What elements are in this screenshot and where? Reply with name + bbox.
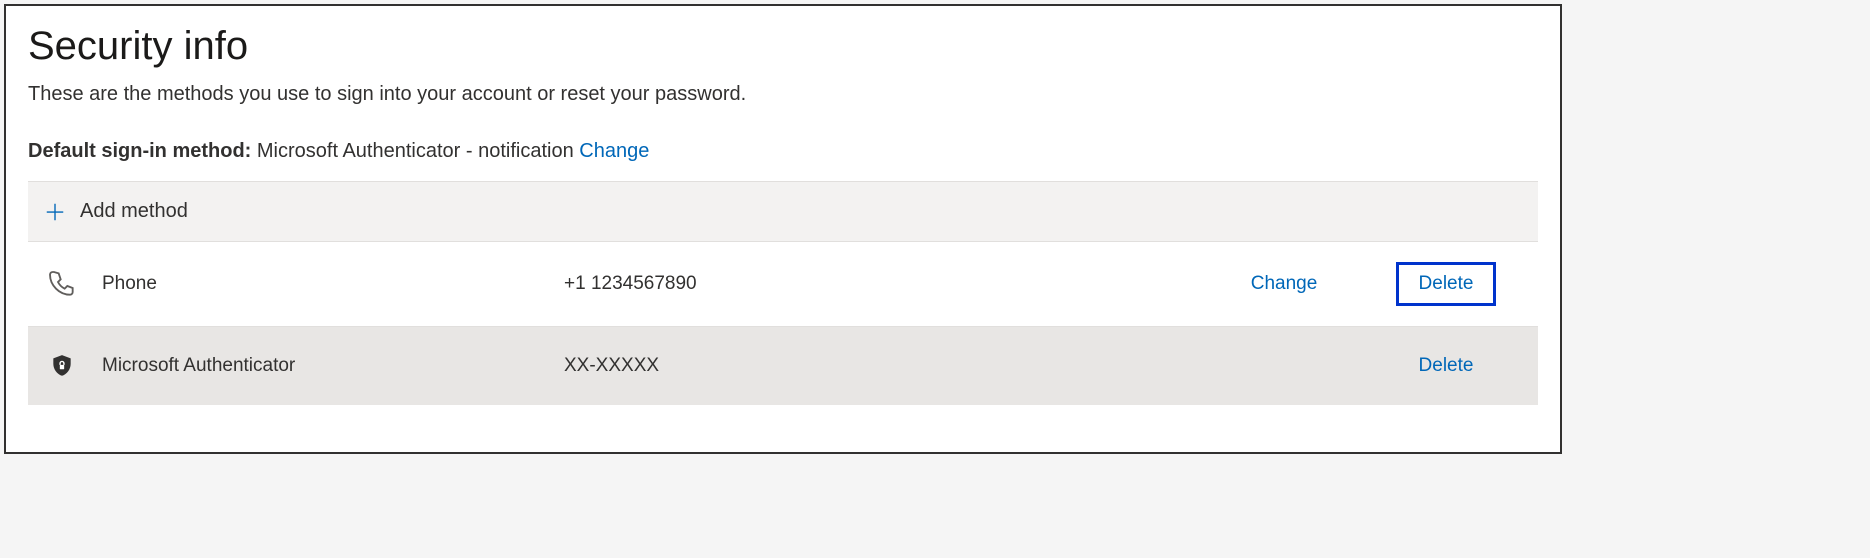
plus-icon <box>44 201 66 223</box>
page-subtitle: These are the methods you use to sign in… <box>28 83 1538 106</box>
default-signin-label: Default sign-in method: <box>28 140 251 162</box>
method-name: Microsoft Authenticator <box>102 355 542 377</box>
methods-list: Add method Phone +1 1234567890 Change De… <box>28 181 1538 405</box>
delete-authenticator-button[interactable]: Delete <box>1399 347 1494 385</box>
change-phone-link[interactable]: Change <box>1231 265 1338 303</box>
add-method-button[interactable]: Add method <box>28 182 1538 242</box>
page-title: Security info <box>28 24 1538 69</box>
change-default-link[interactable]: Change <box>579 140 649 162</box>
method-value: XX-XXXXX <box>564 355 1192 377</box>
method-row-phone: Phone +1 1234567890 Change Delete <box>28 242 1538 327</box>
security-info-panel: Security info These are the methods you … <box>4 4 1562 454</box>
default-signin-row: Default sign-in method: Microsoft Authen… <box>28 140 1538 163</box>
delete-phone-button[interactable]: Delete <box>1396 262 1497 306</box>
default-signin-value: Microsoft Authenticator - notification <box>257 140 574 162</box>
method-row-authenticator: Microsoft Authenticator XX-XXXXX Delete <box>28 327 1538 405</box>
add-method-label: Add method <box>80 200 188 223</box>
method-value: +1 1234567890 <box>564 273 1192 295</box>
phone-icon <box>44 266 80 302</box>
authenticator-icon <box>44 348 80 384</box>
method-name: Phone <box>102 273 542 295</box>
